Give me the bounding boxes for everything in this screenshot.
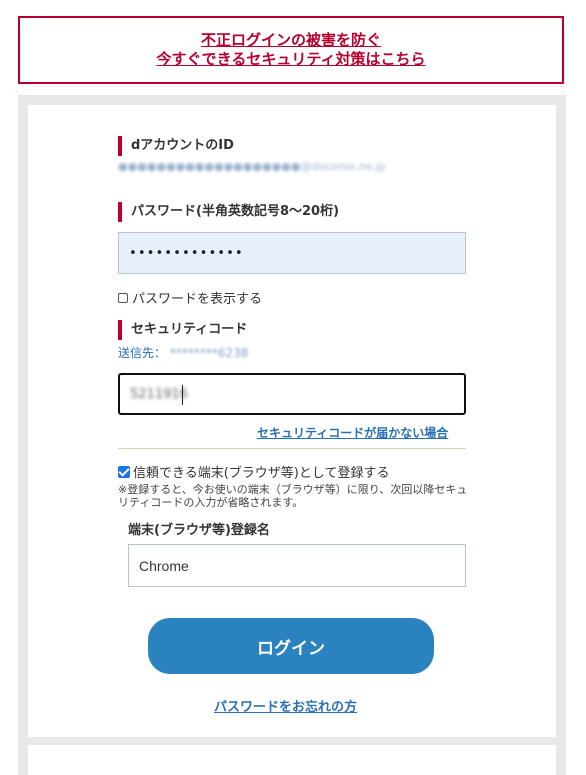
show-password-label[interactable]: パスワードを表示する [132,288,262,307]
show-password-checkbox[interactable] [118,292,128,303]
security-code-value: 5211916 [130,387,188,402]
show-password-row[interactable]: パスワードを表示する [118,288,262,307]
trusted-device-label[interactable]: 信頼できる端末(ブラウザ等)として登録する [133,462,390,481]
password-input[interactable] [118,232,466,274]
section-divider [118,448,466,449]
security-code-input[interactable]: 5211916 [118,373,466,415]
trusted-device-row[interactable]: 信頼できる端末(ブラウザ等)として登録する [118,462,390,481]
password-heading: パスワード(半角英数記号8～20桁) [118,202,339,222]
send-to-value: ********6238 [169,346,249,360]
send-to-label: 送信先： [118,346,167,360]
lower-card [28,745,556,775]
account-id-value: ●●●●●●●●●●●●●●●●●●●@docomo.ne.jp [118,160,386,173]
send-to-row: 送信先： ********6238 [118,344,248,361]
security-banner-link-line2[interactable]: 今すぐできるセキュリティ対策はこちら [157,50,426,69]
forgot-password-link[interactable]: パスワードをお忘れの方 [214,696,357,715]
trusted-device-note: ※登録すると、今お使いの端末（ブラウザ等）に限り、次回以降セキュリティコードの入… [118,483,468,509]
security-banner-link-line1[interactable]: 不正ログインの被害を防ぐ [201,31,381,50]
security-banner: 不正ログインの被害を防ぐ 今すぐできるセキュリティ対策はこちら [18,16,564,84]
account-id-heading: dアカウントのID [118,136,234,156]
trusted-device-checkbox[interactable] [118,465,130,478]
code-not-received-link[interactable]: セキュリティコードが届かない場合 [257,424,448,441]
login-button[interactable]: ログイン [148,618,434,674]
device-name-input[interactable] [128,544,466,587]
text-caret [182,385,183,405]
device-name-label: 端末(ブラウザ等)登録名 [128,523,270,538]
security-code-heading: セキュリティコード [118,320,247,340]
